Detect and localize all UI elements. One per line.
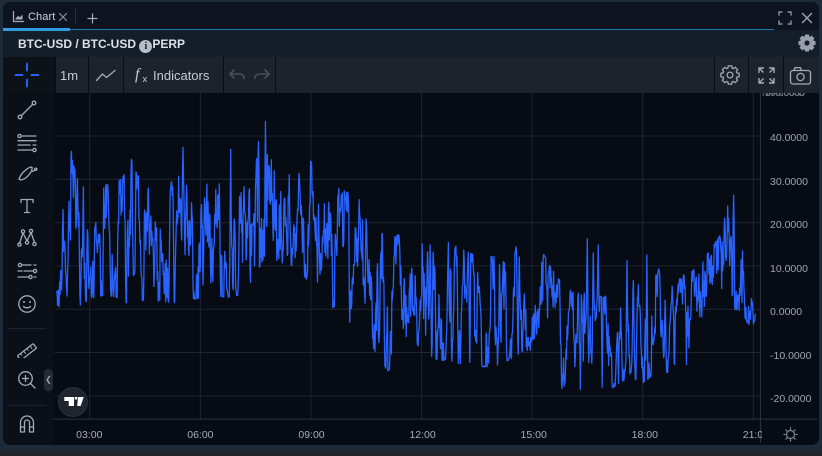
svg-text:f: f (135, 66, 142, 83)
svg-text:x: x (143, 74, 148, 85)
